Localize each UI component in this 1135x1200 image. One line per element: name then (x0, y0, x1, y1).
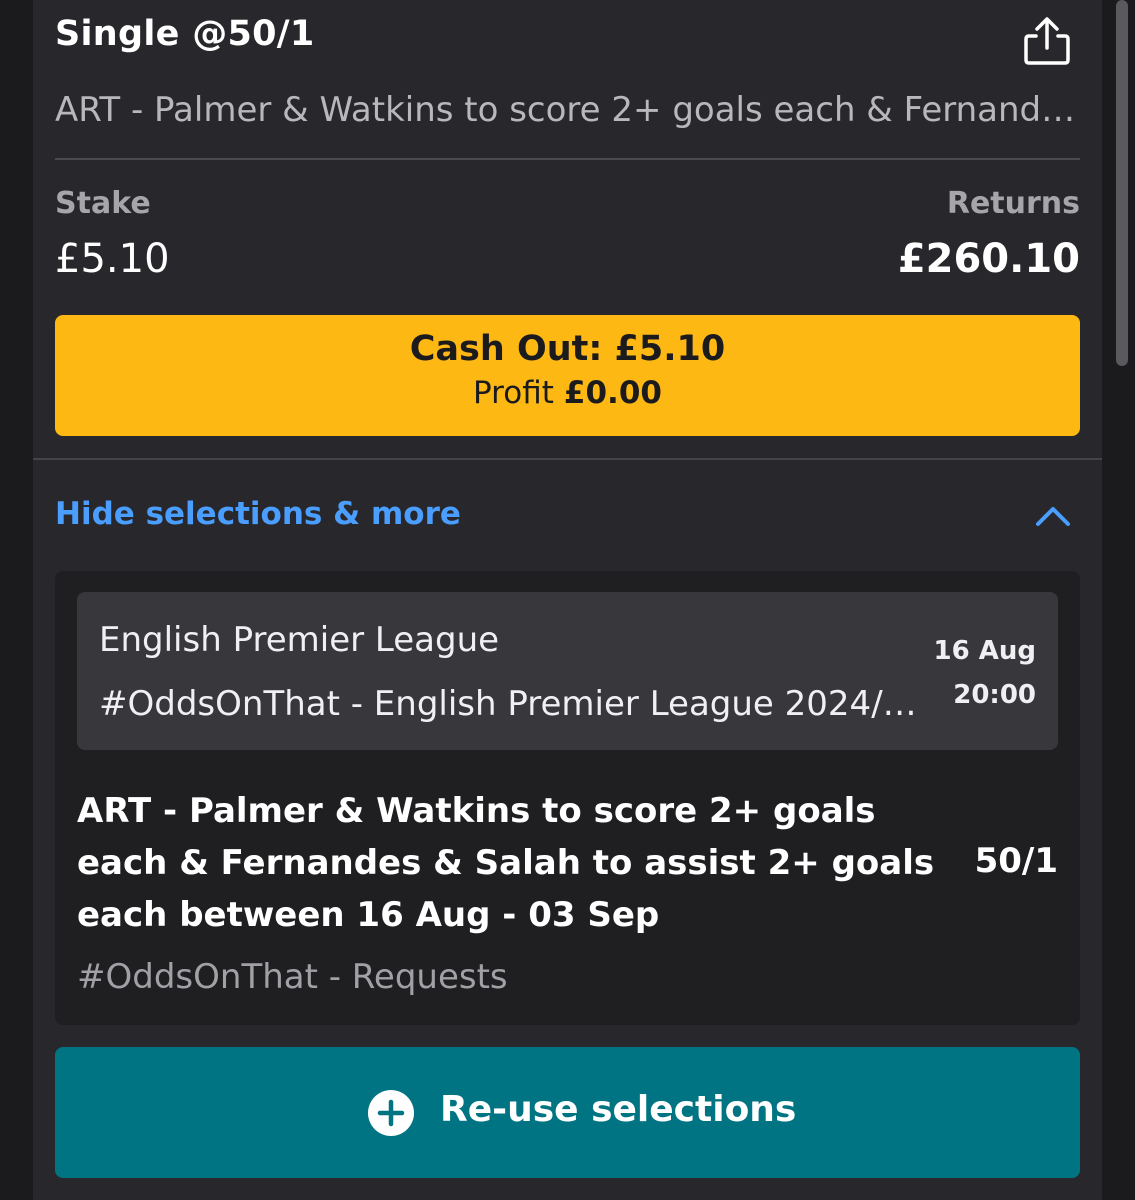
cash-out-button[interactable]: Cash Out: £5.10 Profit £0.00 (55, 315, 1080, 436)
cash-out-label: Cash Out: £5.10 (409, 329, 726, 369)
divider (33, 458, 1102, 460)
plus-circle-icon (368, 1090, 414, 1136)
event-info[interactable]: English Premier League #OddsOnThat - Eng… (77, 592, 1058, 750)
profit-label: Profit (473, 375, 554, 411)
bet-detail-screen: Single @50/1 ART - Palmer & Watkins to s… (0, 0, 1135, 1200)
event-time: 20:00 (953, 680, 1036, 710)
selection-odds: 50/1 (974, 841, 1058, 881)
selection-market: #OddsOnThat - Requests (77, 957, 508, 997)
returns-label: Returns (946, 186, 1080, 221)
reuse-selections-button[interactable]: Re-use selections (55, 1047, 1080, 1178)
divider (55, 158, 1080, 160)
share-icon (1024, 17, 1070, 65)
bet-description: ART - Palmer & Watkins to score 2+ goals… (55, 90, 1085, 130)
event-date: 16 Aug (933, 636, 1036, 666)
chevron-up-icon (1036, 507, 1070, 526)
selections-panel: English Premier League #OddsOnThat - Eng… (55, 571, 1080, 1025)
returns-value: £260.10 (897, 236, 1080, 282)
selection-text: ART - Palmer & Watkins to score 2+ goals… (77, 791, 935, 935)
share-button[interactable] (1022, 16, 1072, 68)
cash-out-profit: Profit £0.00 (55, 375, 1080, 411)
bet-title: Single @50/1 (55, 14, 315, 54)
reuse-selections-label: Re-use selections (440, 1089, 797, 1130)
collapse-button[interactable] (1034, 500, 1072, 530)
scrollbar[interactable] (1116, 0, 1128, 366)
hide-selections-toggle[interactable]: Hide selections & more (55, 496, 461, 532)
stake-label: Stake (55, 186, 151, 221)
event-league: English Premier League (99, 620, 500, 660)
stake-value: £5.10 (55, 236, 170, 282)
event-market-group: #OddsOnThat - English Premier League 202… (99, 684, 919, 724)
bet-card: Single @50/1 ART - Palmer & Watkins to s… (33, 0, 1102, 1200)
profit-value: £0.00 (563, 375, 662, 411)
